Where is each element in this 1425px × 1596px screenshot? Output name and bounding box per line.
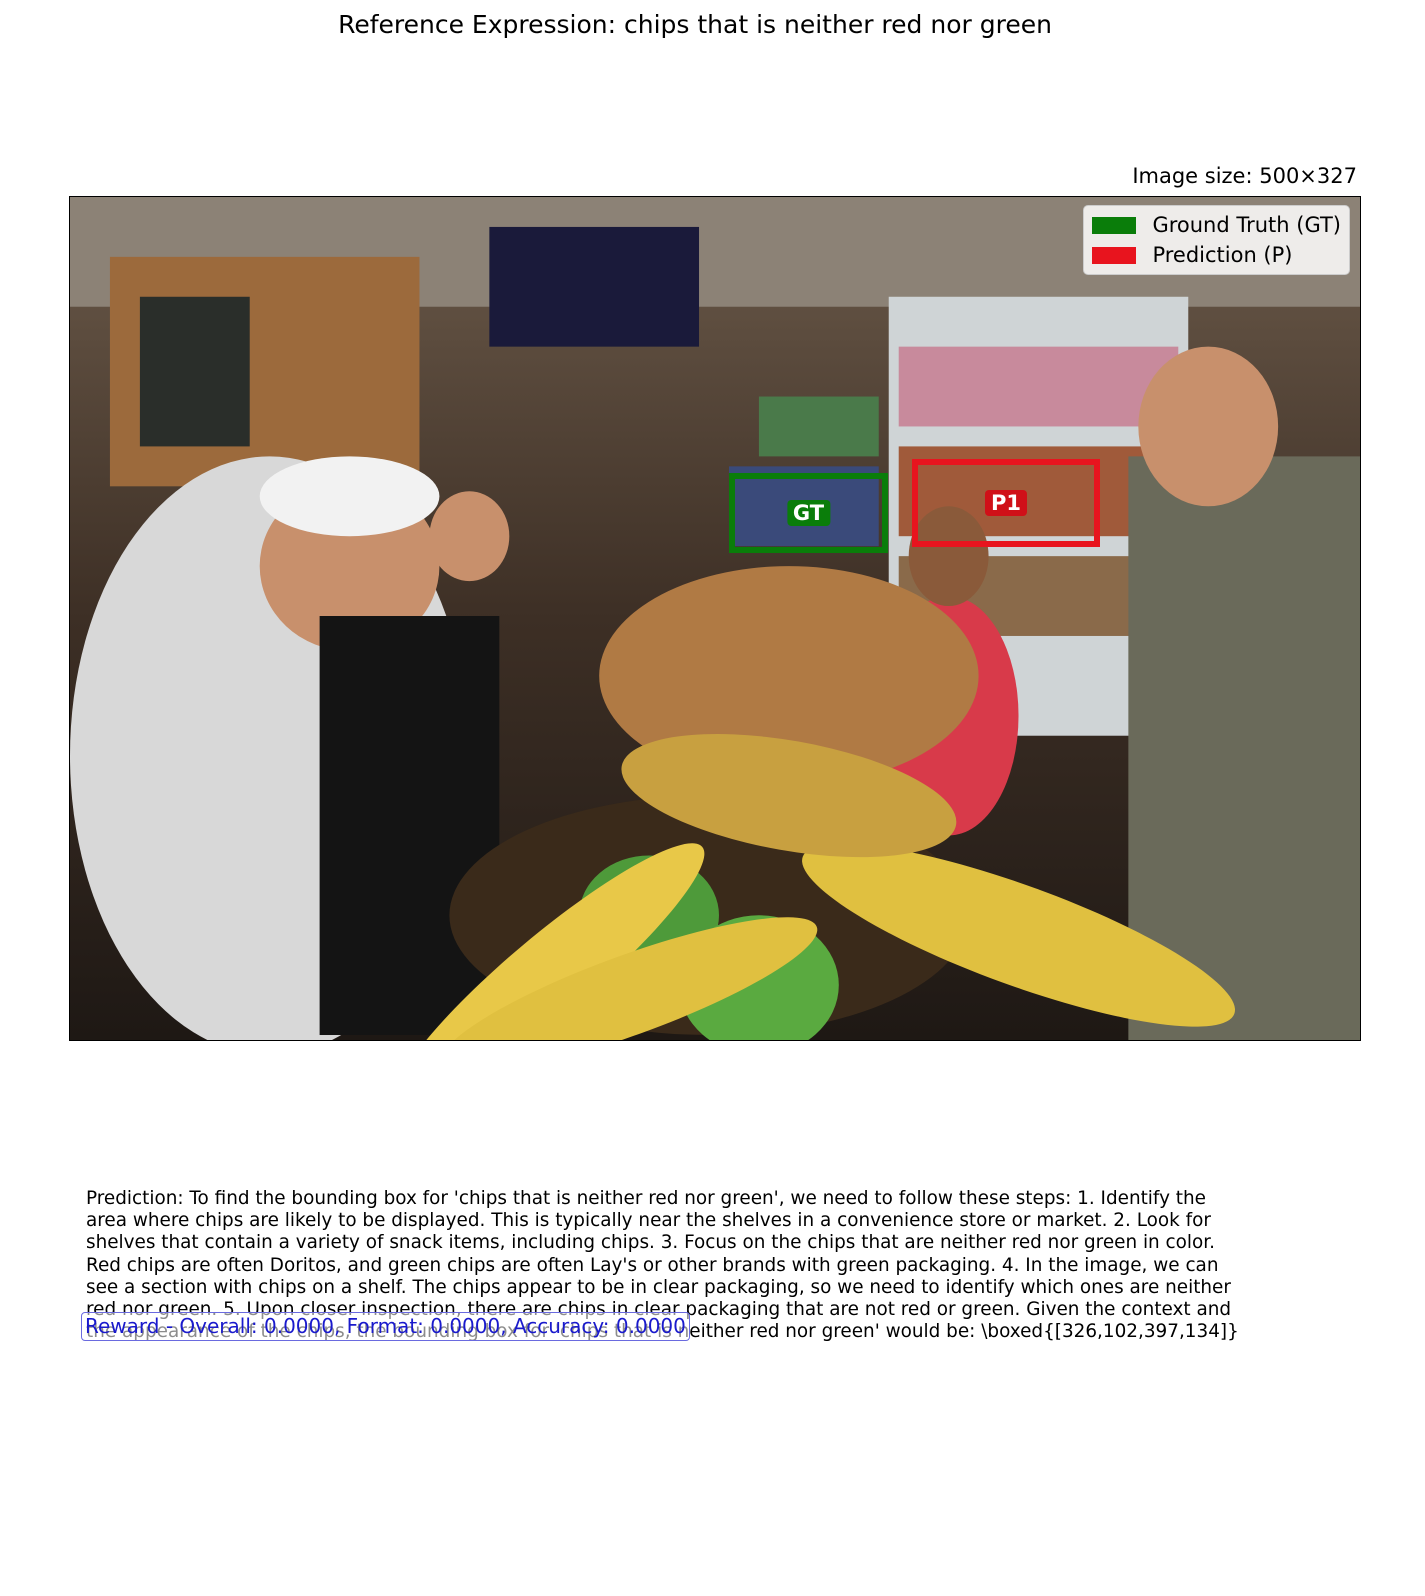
prediction-box: P1 [912,459,1100,547]
prediction-swatch [1092,246,1137,264]
ground-truth-box-label: GT [786,500,831,526]
legend: Ground Truth (GT) Prediction (P) [1083,205,1350,275]
image-frame: GT P1 Ground Truth (GT) Prediction (P) [69,196,1361,1041]
ground-truth-box: GT [729,473,888,553]
ground-truth-swatch [1092,216,1137,234]
prediction-box-label: P1 [984,490,1028,516]
reward-summary: Reward - Overall: 0.0000, Format: 0.0000… [81,1312,690,1341]
legend-item-ground-truth: Ground Truth (GT) [1092,210,1341,240]
reference-expression-title: Reference Expression: chips that is neit… [338,10,1052,39]
legend-label-ground-truth: Ground Truth (GT) [1152,213,1341,237]
image-size-label: Image size: 500×327 [1132,164,1357,188]
store-photo [70,197,1360,1040]
legend-item-prediction: Prediction (P) [1092,240,1341,270]
legend-label-prediction: Prediction (P) [1152,243,1293,267]
